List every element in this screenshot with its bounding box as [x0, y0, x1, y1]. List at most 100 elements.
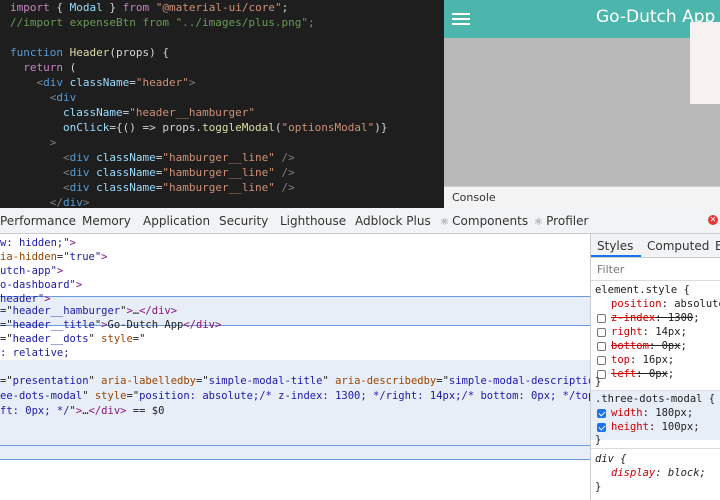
- rule-divider: [591, 448, 720, 449]
- tab-label: Lighthouse: [280, 214, 347, 228]
- dom-node-line[interactable]: ee-dots-modal" style="position: absolute…: [0, 389, 590, 403]
- property-name: width: [611, 407, 643, 419]
- code-token: <: [10, 151, 70, 164]
- dom-token: </div>: [183, 319, 222, 331]
- code-token: return: [10, 61, 63, 74]
- code-token: className: [96, 166, 156, 179]
- tab-label: Components: [452, 214, 529, 228]
- property-colon: :: [655, 312, 668, 324]
- code-line: function Header(props) {: [10, 45, 169, 61]
- close-icon[interactable]: ✕: [708, 215, 718, 225]
- dom-token: style: [94, 390, 127, 402]
- property-value: 180px: [655, 407, 687, 419]
- property-checkbox[interactable]: [597, 328, 606, 337]
- dom-token: ee-dots-modal: [0, 390, 83, 402]
- dom-node-line[interactable]: : relative;: [0, 346, 70, 360]
- property-value: block: [667, 467, 700, 479]
- code-token: ={() => props.: [109, 121, 203, 134]
- tab-adblock-plus[interactable]: Adblock Plus: [355, 214, 431, 228]
- style-property[interactable]: right: 14px;: [611, 325, 687, 339]
- style-property[interactable]: left: 0px;: [611, 367, 674, 381]
- dom-token: header__title: [12, 319, 95, 331]
- style-property[interactable]: height: 100px;: [611, 420, 700, 434]
- code-token: div: [56, 91, 77, 104]
- dom-node-line[interactable]: ia-hidden="true">: [0, 250, 108, 264]
- style-property[interactable]: width: 180px;: [611, 406, 693, 420]
- property-name: top: [611, 354, 630, 366]
- tab-lighthouse[interactable]: Lighthouse: [280, 214, 346, 228]
- code-token: <: [10, 181, 70, 194]
- style-property[interactable]: bottom: 0px;: [611, 339, 687, 353]
- dom-token: ": [322, 375, 336, 387]
- styles-tab-computed[interactable]: Computed: [647, 239, 709, 253]
- tab-components[interactable]: ⚛ Components: [440, 214, 528, 228]
- dom-token: aria-labelledby: [101, 375, 196, 387]
- styles-filter-input[interactable]: Filter: [597, 263, 624, 276]
- style-property[interactable]: position: absolute;: [611, 297, 720, 311]
- tab-label: Memory: [82, 214, 131, 228]
- property-name: bottom: [611, 340, 649, 352]
- dom-node-line[interactable]: ft: 0px; */">…</div> == $0: [0, 404, 164, 418]
- tab-performance[interactable]: Performance: [0, 214, 76, 228]
- element-style-selector: element.style {: [595, 284, 690, 296]
- style-property[interactable]: z-index: 1300;: [611, 311, 700, 325]
- dom-token: aria-describedby: [335, 375, 437, 387]
- dom-token: ia-hidden: [0, 251, 57, 263]
- dom-node-line[interactable]: w: hidden;">: [0, 236, 76, 250]
- hamburger-menu-icon[interactable]: [444, 0, 478, 38]
- property-checkbox[interactable]: [597, 342, 606, 351]
- property-value: 14px: [655, 326, 681, 338]
- property-checkbox[interactable]: [597, 423, 606, 432]
- code-token: </: [10, 196, 63, 208]
- react-icon: ⚛: [440, 217, 453, 228]
- code-token: <: [10, 166, 70, 179]
- property-name: display: [611, 467, 656, 479]
- code-token: toggleModal: [202, 121, 275, 134]
- property-name: position: [611, 298, 662, 310]
- dom-token: =": [0, 333, 13, 345]
- dom-node-line[interactable]: ="presentation" aria-labelledby="simple-…: [0, 374, 590, 388]
- dom-token: >: [69, 237, 76, 249]
- code-token: className: [10, 106, 123, 119]
- code-token: >: [188, 76, 196, 89]
- tab-security[interactable]: Security: [219, 214, 268, 228]
- selected-node-tail: [0, 446, 590, 460]
- dom-token: simple-modal-title: [208, 375, 323, 387]
- code-line: </div>: [10, 195, 90, 208]
- dom-node-line[interactable]: utch-app">: [0, 264, 63, 278]
- styles-tab-styles[interactable]: Styles: [597, 239, 633, 253]
- dom-token: >: [56, 265, 64, 277]
- code-token: />: [274, 181, 295, 194]
- tab-memory[interactable]: Memory: [82, 214, 131, 228]
- code-token: div: [69, 151, 90, 164]
- tab-application[interactable]: Application: [143, 214, 210, 228]
- dom-token: =": [436, 375, 449, 387]
- style-property: display: block;: [611, 466, 706, 480]
- dom-node-line[interactable]: ="header__hamburger">…</div>: [0, 304, 177, 318]
- property-checkbox[interactable]: [597, 314, 606, 323]
- dom-node-line[interactable]: o-dashboard">: [0, 278, 82, 292]
- code-token: Header: [69, 46, 110, 59]
- react-icon: ⚛: [534, 217, 547, 228]
- dom-token: header__hamburger: [12, 305, 121, 317]
- dom-token: =": [126, 390, 140, 402]
- property-checkbox[interactable]: [597, 409, 606, 418]
- tab-profiler[interactable]: ⚛ Profiler: [534, 214, 588, 228]
- three-dots-modal: [690, 22, 720, 104]
- dom-token: position: absolute;/* z-index: 1300; */r…: [139, 390, 590, 402]
- console-drawer[interactable]: Console: [444, 186, 720, 208]
- code-line: >: [10, 135, 57, 151]
- dom-node-line[interactable]: ="header__dots" style=": [0, 332, 145, 346]
- property-semicolon: ;: [686, 407, 694, 419]
- elements-panel[interactable]: w: hidden;"> ia-hidden="true"> utch-app"> o…: [0, 234, 590, 500]
- style-property[interactable]: top: 16px;: [611, 353, 674, 367]
- dom-node-line[interactable]: ="header__title">Go-Dutch App</div>: [0, 318, 221, 332]
- property-checkbox[interactable]: [597, 356, 606, 365]
- styles-tab-e[interactable]: E: [715, 239, 720, 253]
- styles-panel[interactable]: Styles Computed E Filter element.style {po…: [591, 234, 720, 500]
- code-token: =: [129, 76, 136, 89]
- code-editor[interactable]: import { Modal } from "@material-ui/core…: [0, 0, 444, 208]
- code-token: onClick: [10, 121, 110, 134]
